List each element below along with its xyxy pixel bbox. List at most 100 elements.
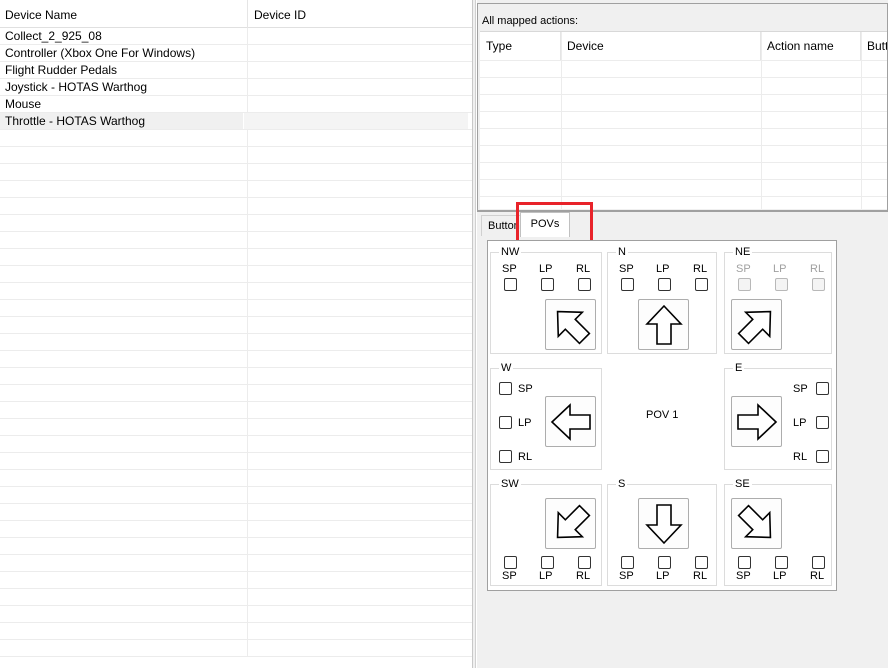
- device-row[interactable]: Collect_2_925_08: [0, 28, 472, 45]
- empty-device-row[interactable]: [0, 283, 472, 300]
- empty-device-row[interactable]: [0, 521, 472, 538]
- mapped-actions-grid[interactable]: Type Device Action name Butto: [480, 31, 887, 209]
- empty-device-row[interactable]: [0, 164, 472, 181]
- device-list[interactable]: Device Name Device ID Collect_2_925_08 Co…: [0, 0, 473, 668]
- checkbox-rl[interactable]: [578, 278, 591, 291]
- checkbox-sp[interactable]: [499, 382, 512, 395]
- empty-device-row[interactable]: [0, 130, 472, 147]
- empty-device-row[interactable]: [0, 504, 472, 521]
- empty-device-row[interactable]: [0, 181, 472, 198]
- empty-device-row[interactable]: [0, 300, 472, 317]
- tab-buttons[interactable]: Buttons: [481, 215, 521, 236]
- checkbox-label-lp: LP: [773, 570, 787, 582]
- device-id-cell: [249, 79, 472, 95]
- empty-device-row[interactable]: [0, 215, 472, 232]
- empty-device-row[interactable]: [0, 385, 472, 402]
- empty-device-row[interactable]: [0, 249, 472, 266]
- checkbox-label-rl: RL: [693, 570, 708, 582]
- empty-device-row[interactable]: [0, 572, 472, 589]
- pov-w-button[interactable]: [545, 396, 596, 447]
- pov-sw-button[interactable]: [545, 498, 596, 549]
- pov-group-n: N SP LP RL: [607, 246, 717, 354]
- empty-device-row[interactable]: [0, 351, 472, 368]
- checkbox-lp[interactable]: [775, 556, 788, 569]
- checkbox-rl[interactable]: [499, 450, 512, 463]
- checkbox-lp[interactable]: [775, 278, 788, 291]
- pov-group-title: SW: [499, 478, 521, 490]
- panel-splitter[interactable]: [473, 0, 476, 668]
- empty-device-row[interactable]: [0, 606, 472, 623]
- checkbox-lp[interactable]: [541, 556, 554, 569]
- pov-nw-button[interactable]: [545, 299, 596, 350]
- checkbox-sp[interactable]: [504, 278, 517, 291]
- checkbox-rl[interactable]: [816, 450, 829, 463]
- pov-n-button[interactable]: [638, 299, 689, 350]
- empty-device-row[interactable]: [0, 470, 472, 487]
- arrow-up-icon: [642, 303, 686, 347]
- checkbox-sp[interactable]: [816, 382, 829, 395]
- empty-device-row[interactable]: [0, 453, 472, 470]
- column-header-button[interactable]: Butto: [861, 32, 887, 60]
- device-row[interactable]: Flight Rudder Pedals: [0, 62, 472, 79]
- pov-e-button[interactable]: [731, 396, 782, 447]
- checkbox-label-rl: RL: [518, 451, 533, 463]
- checkbox-lp[interactable]: [499, 416, 512, 429]
- device-row[interactable]: Joystick - HOTAS Warthog: [0, 79, 472, 96]
- checkbox-rl[interactable]: [695, 278, 708, 291]
- column-header-device-id[interactable]: Device ID: [249, 0, 472, 28]
- checkbox-sp[interactable]: [621, 278, 634, 291]
- device-name-cell: Joystick - HOTAS Warthog: [0, 79, 248, 95]
- empty-device-row[interactable]: [0, 232, 472, 249]
- pov-ne-button[interactable]: [731, 299, 782, 350]
- pov-group-s: S SP LP RL: [607, 478, 717, 586]
- empty-cell: [0, 368, 248, 384]
- pov-se-button[interactable]: [731, 498, 782, 549]
- device-row[interactable]: Throttle - HOTAS Warthog: [0, 113, 472, 130]
- arrow-down-left-icon: [549, 502, 593, 546]
- pov-group-title: NW: [499, 246, 522, 258]
- empty-device-row[interactable]: [0, 147, 472, 164]
- checkbox-rl[interactable]: [812, 556, 825, 569]
- checkbox-rl[interactable]: [812, 278, 825, 291]
- empty-device-row[interactable]: [0, 419, 472, 436]
- empty-device-row[interactable]: [0, 198, 472, 215]
- empty-cell: [0, 249, 248, 265]
- device-id-cell: [249, 28, 472, 44]
- checkbox-lp[interactable]: [541, 278, 554, 291]
- column-header-type[interactable]: Type: [480, 32, 561, 60]
- empty-device-row[interactable]: [0, 555, 472, 572]
- empty-device-row[interactable]: [0, 402, 472, 419]
- checkbox-lp[interactable]: [658, 556, 671, 569]
- device-row[interactable]: Mouse: [0, 96, 472, 113]
- checkbox-rl[interactable]: [578, 556, 591, 569]
- empty-device-row[interactable]: [0, 317, 472, 334]
- column-header-device[interactable]: Device: [561, 32, 761, 60]
- grid-row-line: [480, 179, 887, 180]
- checkbox-rl[interactable]: [695, 556, 708, 569]
- empty-device-row[interactable]: [0, 640, 472, 657]
- checkbox-label-sp: SP: [736, 263, 751, 275]
- empty-device-row[interactable]: [0, 334, 472, 351]
- checkbox-sp[interactable]: [738, 556, 751, 569]
- empty-device-row[interactable]: [0, 589, 472, 606]
- grid-row-line: [480, 60, 887, 61]
- empty-device-row[interactable]: [0, 623, 472, 640]
- checkbox-sp[interactable]: [621, 556, 634, 569]
- empty-device-row[interactable]: [0, 368, 472, 385]
- column-header-device-name[interactable]: Device Name: [0, 0, 248, 28]
- checkbox-sp[interactable]: [504, 556, 517, 569]
- empty-device-row[interactable]: [0, 538, 472, 555]
- empty-cell: [0, 283, 248, 299]
- grid-row-line: [480, 128, 887, 129]
- grid-column-line: [861, 32, 862, 209]
- device-row[interactable]: Controller (Xbox One For Windows): [0, 45, 472, 62]
- pov-s-button[interactable]: [638, 498, 689, 549]
- empty-device-row[interactable]: [0, 266, 472, 283]
- empty-device-row[interactable]: [0, 487, 472, 504]
- device-id-cell: [244, 113, 468, 129]
- checkbox-sp[interactable]: [738, 278, 751, 291]
- checkbox-lp[interactable]: [658, 278, 671, 291]
- column-header-action-name[interactable]: Action name: [761, 32, 861, 60]
- empty-device-row[interactable]: [0, 436, 472, 453]
- checkbox-lp[interactable]: [816, 416, 829, 429]
